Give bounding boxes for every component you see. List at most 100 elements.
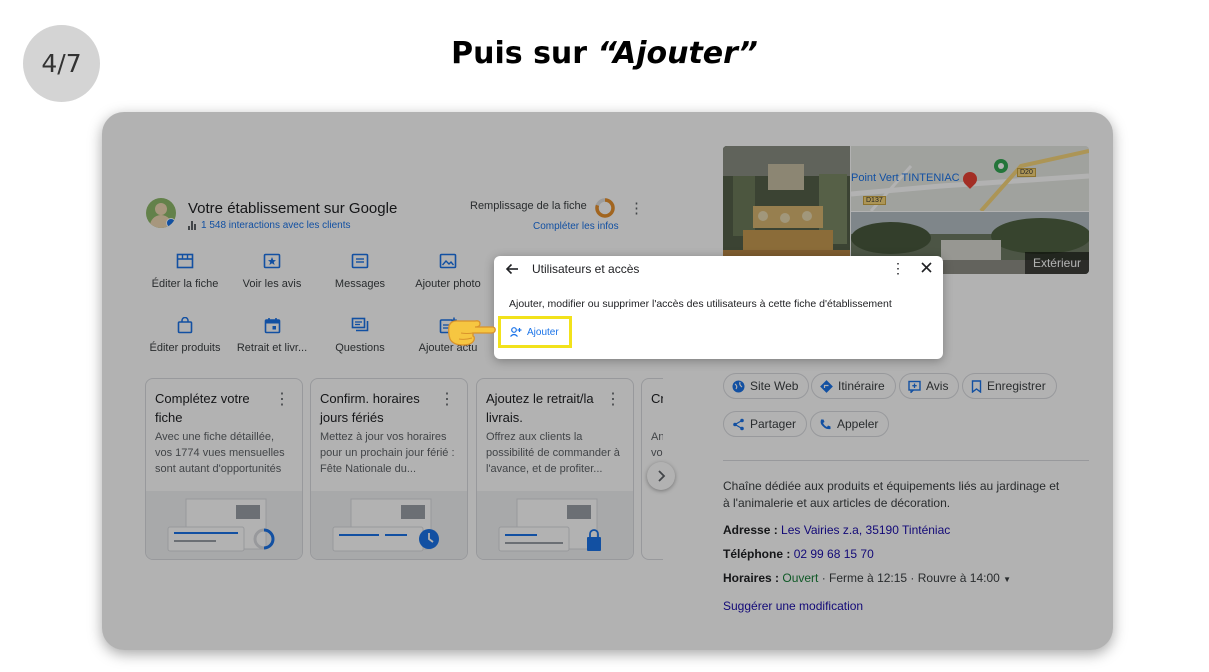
photo-icon [437,250,459,272]
action-pickup-delivery[interactable]: Retrait et livr... [232,314,312,354]
pill-label: Enregistrer [987,379,1046,393]
shopping-bag-icon [174,314,196,336]
add-person-icon [510,327,522,337]
pill-label: Partager [750,417,797,431]
verified-badge-icon [166,218,176,228]
step-title-prefix: Puis sur [451,36,598,71]
google-business-scene: Votre établissement sur Google 1 548 int… [102,112,1113,650]
globe-icon [732,380,745,393]
fill-progress-ring [594,197,616,219]
step-title-quote-open: “ [597,36,613,71]
card-title: Ajoutez le retrait/la livrais. [486,391,594,425]
card-text: Offrez aux clients la possibilité de com… [486,431,620,475]
card-more-icon[interactable]: ⋮ [605,389,621,409]
bookmark-icon [971,379,982,393]
phone-icon [819,418,832,431]
interactions-count[interactable]: 1 548 interactions avec les clients [188,220,351,231]
business-title: Votre établissement sur Google [188,200,398,217]
road-label-d20: D20 [1017,168,1036,177]
action-questions[interactable]: Questions [320,314,400,354]
card-holiday-hours[interactable]: Confirm. horaires jours fériés Mettez à … [310,378,468,560]
website-button[interactable]: Site Web [723,373,810,399]
action-label: Éditer la fiche [151,278,219,290]
card-pickup-delivery[interactable]: Ajoutez le retrait/la livrais. Offrez au… [476,378,634,560]
hours-open-status: Ouvert [782,571,819,585]
progress-ring-icon [595,198,615,218]
share-button[interactable]: Partager [723,411,808,437]
action-edit-products[interactable]: Éditer produits [145,314,225,354]
card-illustration [477,491,633,559]
call-button[interactable]: Appeler [810,411,890,437]
step-title: Puis sur “Ajouter” [0,36,1209,71]
map-thumbnail[interactable]: Point Vert TINTENIAC D20 D137 [851,146,1089,211]
address-value[interactable]: Les Vairies z.a, 35190 Tinténiac [781,523,950,537]
directions-icon [820,379,833,393]
pill-label: Site Web [750,379,799,393]
fill-label: Remplissage de la fiche [470,200,587,212]
save-button[interactable]: Enregistrer [962,373,1057,399]
card-title: Cr [651,391,663,406]
phone-label: Téléphone : [723,547,791,561]
message-icon [349,250,371,272]
business-avatar [146,198,176,228]
action-label: Voir les avis [242,278,302,290]
pointing-hand-icon [445,312,497,351]
address-line: Adresse : Les Vairies z.a, 35190 Tinténi… [723,523,950,537]
card-text: Mettez à jour vos horaires pour un proch… [320,431,455,475]
action-label: Ajouter photo [415,278,481,290]
question-icon [349,314,371,336]
card-text: Avec une fiche détaillée, vos 1774 vues … [155,431,285,475]
hours-line[interactable]: Horaires : Ouvert · Ferme à 12:15 · Rouv… [723,571,1011,585]
screenshot-frame: Votre établissement sur Google 1 548 int… [102,112,1113,650]
bar-chart-icon [188,221,196,230]
complete-info-link[interactable]: Compléter les infos [533,221,619,232]
step-title-emphasis: Ajouter [613,36,739,71]
suggest-edit-link[interactable]: Suggérer une modification [723,599,863,613]
close-icon[interactable] [921,262,932,276]
dialog-more-icon[interactable]: ⋮ [891,260,905,277]
action-label: Retrait et livr... [236,342,308,354]
card-illustration [146,491,302,559]
store-photo[interactable] [723,146,850,274]
add-user-button[interactable]: Ajouter [498,316,572,348]
add-user-label: Ajouter [527,326,559,338]
exterior-label: Extérieur [1024,252,1089,274]
action-label: Messages [334,278,386,290]
card-complete-profile[interactable]: Complétez votre fiche Avec une fiche dét… [145,378,303,560]
business-description: Chaîne dédiée aux produits et équipement… [723,479,1060,510]
action-edit-profile[interactable]: Éditer la fiche [145,250,225,290]
card-illustration [311,491,467,559]
star-icon [261,250,283,272]
storefront-icon [174,250,196,272]
calendar-icon [261,314,283,336]
action-see-reviews[interactable]: Voir les avis [232,250,312,290]
review-icon [908,380,921,393]
chevron-right-icon [658,470,666,482]
review-button[interactable]: Avis [899,373,960,399]
card-more-icon[interactable]: ⋮ [439,389,455,409]
share-icon [732,418,745,431]
users-access-dialog: Utilisateurs et accès ⋮ Ajouter, modifie… [494,256,943,359]
map-place-label: Point Vert TINTENIAC [851,172,960,184]
panel-divider [723,460,1089,461]
step-title-quote-close: ” [738,36,758,71]
pill-label: Appeler [837,417,879,431]
pill-label: Avis [926,379,949,393]
phone-line: Téléphone : 02 99 68 15 70 [723,547,874,561]
card-title: Confirm. horaires jours fériés [320,391,420,425]
hours-label: Horaires : [723,571,780,585]
caret-down-icon[interactable]: ▼ [1003,575,1011,584]
dialog-description: Ajouter, modifier ou supprimer l'accès d… [509,298,892,310]
back-arrow-icon[interactable] [505,263,519,278]
action-messages[interactable]: Messages [320,250,400,290]
road-label-d137: D137 [863,196,886,205]
action-label: Questions [335,342,385,354]
action-label: Éditer produits [149,342,221,354]
next-cards-button[interactable] [647,462,675,490]
hours-details: · Ferme à 12:15 · Rouvre à 14:00 [818,571,1000,585]
more-options-icon[interactable]: ⋮ [629,201,644,216]
directions-button[interactable]: Itinéraire [811,373,896,399]
card-more-icon[interactable]: ⋮ [274,389,290,409]
phone-value[interactable]: 02 99 68 15 70 [794,547,874,561]
action-add-photo[interactable]: Ajouter photo [408,250,488,290]
